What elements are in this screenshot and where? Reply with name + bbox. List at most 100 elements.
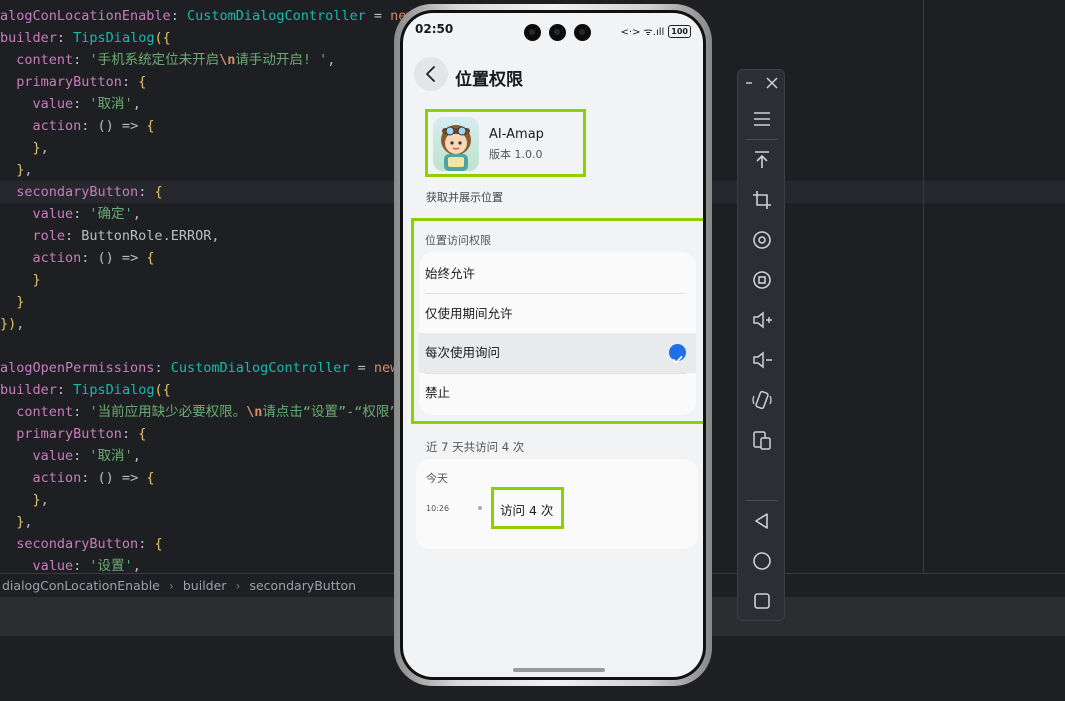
code-token: : bbox=[121, 426, 139, 442]
code-token: alogOpenPermissions bbox=[0, 360, 155, 376]
code-token: ({ bbox=[154, 30, 171, 46]
multi-device-button[interactable] bbox=[750, 428, 774, 452]
toolbar-divider bbox=[746, 139, 778, 140]
menu-button[interactable] bbox=[750, 107, 774, 131]
code-token: value bbox=[32, 96, 74, 112]
breadcrumb-item[interactable]: dialogConLocationEnable bbox=[2, 578, 160, 593]
code-token: , bbox=[132, 96, 141, 112]
permission-option-always[interactable]: 始终允许 bbox=[419, 254, 696, 294]
minimize-button[interactable] bbox=[738, 71, 760, 95]
chevron-left-icon bbox=[426, 66, 435, 82]
code-token: value bbox=[32, 206, 74, 222]
signal-icon: <·> ᯤ.ıll bbox=[620, 27, 665, 38]
breadcrumb-item[interactable]: builder bbox=[183, 578, 227, 593]
pin-top-icon bbox=[755, 151, 769, 168]
code-token: content bbox=[16, 52, 74, 68]
history-day: 今天 bbox=[426, 472, 448, 485]
code-token: , bbox=[132, 558, 141, 573]
permission-section: 位置访问权限 始终允许 仅使用期间允许 每次使用询问 禁止 bbox=[411, 218, 703, 424]
code-token: : bbox=[154, 360, 171, 376]
code-token: primaryButton bbox=[16, 426, 122, 442]
rotate-button[interactable] bbox=[750, 228, 774, 252]
screenshot-button[interactable] bbox=[750, 268, 774, 292]
status-indicators: <·> ᯤ.ıll 100 bbox=[621, 24, 691, 38]
volume-down-button[interactable] bbox=[750, 348, 774, 372]
code-token: , bbox=[132, 448, 141, 464]
code-token: value bbox=[32, 448, 74, 464]
shake-button[interactable] bbox=[750, 388, 774, 412]
app-icon bbox=[433, 117, 479, 171]
rotate-icon bbox=[753, 231, 771, 249]
history-title: 近 7 天共访问 4 次 bbox=[426, 440, 525, 454]
phone-emulator: 02:50 <·> ᯤ.ıll 100 位置权限 AI-Amap 版本 1.0.… bbox=[394, 4, 712, 686]
code-token: alogConLocationEnable bbox=[0, 8, 171, 24]
app-info-card: AI-Amap 版本 1.0.0 bbox=[425, 109, 586, 177]
recents-icon bbox=[754, 593, 770, 609]
nav-recents-button[interactable] bbox=[750, 589, 774, 613]
code-token: : bbox=[73, 52, 90, 68]
code-token: '手机系统定位未开启 bbox=[89, 52, 220, 68]
code-token: : bbox=[138, 184, 155, 200]
code-token: } bbox=[32, 272, 41, 288]
code-token: action bbox=[32, 470, 82, 486]
phone-bezel: 02:50 <·> ᯤ.ıll 100 位置权限 AI-Amap 版本 1.0.… bbox=[400, 10, 706, 680]
phone-screen[interactable]: 02:50 <·> ᯤ.ıll 100 位置权限 AI-Amap 版本 1.0.… bbox=[403, 13, 703, 677]
code-token: , bbox=[40, 492, 49, 508]
code-token: CustomDialogController bbox=[170, 360, 350, 376]
code-token: builder bbox=[0, 30, 57, 46]
code-token: : ButtonRole.ERROR, bbox=[65, 228, 220, 244]
phone-status-bar: 02:50 <·> ᯤ.ıll 100 bbox=[403, 13, 703, 43]
code-token: } bbox=[16, 294, 25, 310]
permission-header: 位置访问权限 bbox=[425, 234, 491, 247]
code-token: } bbox=[32, 492, 41, 508]
code-token: '当前应用缺少必要权限。 bbox=[89, 404, 247, 420]
permission-option-deny[interactable]: 禁止 bbox=[419, 373, 696, 413]
screenshot-icon bbox=[753, 271, 771, 289]
code-token: builder bbox=[0, 382, 57, 398]
visit-time: 10:26 bbox=[426, 504, 450, 513]
pin-top-button[interactable] bbox=[750, 148, 774, 172]
battery-icon: 100 bbox=[668, 24, 691, 38]
camera-icon bbox=[574, 24, 591, 41]
code-token: content bbox=[16, 404, 74, 420]
code-token: \n bbox=[246, 404, 263, 420]
code-token: secondaryButton bbox=[16, 184, 139, 200]
nav-home-button[interactable] bbox=[750, 549, 774, 573]
close-button[interactable] bbox=[760, 71, 784, 95]
breadcrumb-separator: › bbox=[235, 578, 241, 593]
breadcrumb-item[interactable]: secondaryButton bbox=[249, 578, 356, 593]
back-icon bbox=[755, 513, 768, 529]
check-icon bbox=[669, 344, 686, 364]
code-token: '取消' bbox=[89, 96, 133, 112]
shake-icon bbox=[752, 390, 772, 410]
code-token: primaryButton bbox=[16, 74, 122, 90]
nav-back-button[interactable] bbox=[750, 509, 774, 533]
code-token: action bbox=[32, 250, 82, 266]
code-token: { bbox=[154, 184, 163, 200]
code-token: : bbox=[138, 536, 155, 552]
menu-icon bbox=[754, 112, 770, 126]
home-indicator[interactable] bbox=[513, 668, 605, 672]
code-token: : () => bbox=[81, 250, 147, 266]
option-label: 始终允许 bbox=[425, 266, 476, 281]
permission-option-ask-every-time[interactable]: 每次使用询问 bbox=[419, 333, 696, 373]
code-token: : bbox=[170, 8, 187, 24]
code-token: '取消' bbox=[89, 448, 133, 464]
volume-up-button[interactable] bbox=[750, 308, 774, 332]
crop-icon bbox=[753, 191, 771, 209]
back-button[interactable] bbox=[414, 57, 448, 91]
permission-option-while-using[interactable]: 仅使用期间允许 bbox=[419, 294, 696, 334]
code-token: , bbox=[327, 52, 336, 68]
crop-button[interactable] bbox=[750, 188, 774, 212]
code-token: }) bbox=[0, 316, 17, 332]
volume-down-icon bbox=[753, 351, 772, 369]
